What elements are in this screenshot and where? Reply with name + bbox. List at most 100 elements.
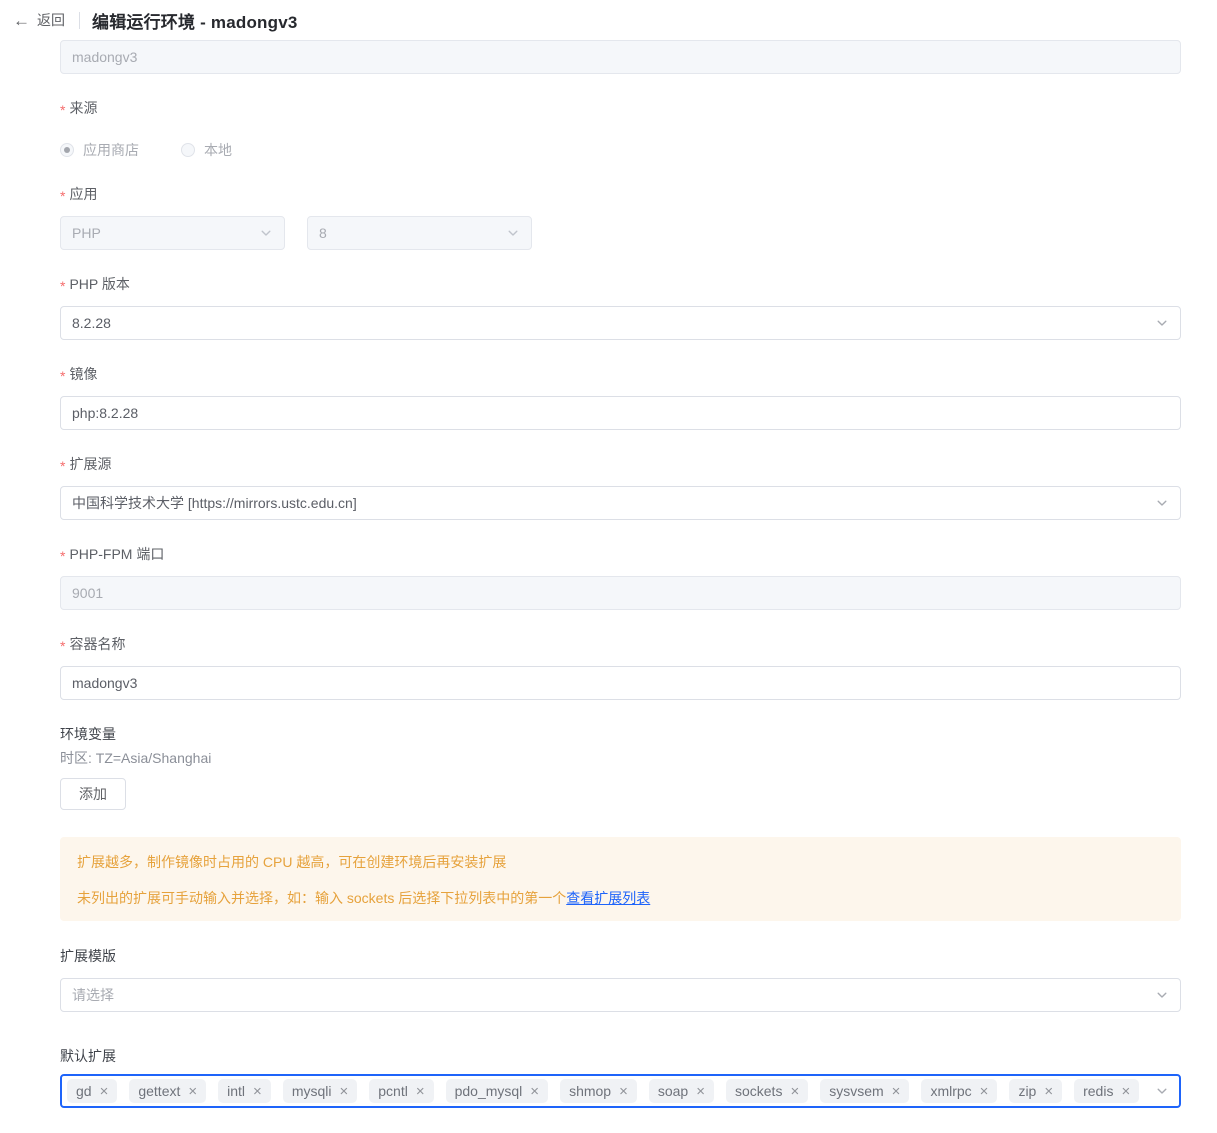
image-label: * 镜像 bbox=[60, 364, 1181, 384]
remove-tag-icon[interactable]: × bbox=[980, 1084, 989, 1099]
extension-tag-label: xmlrpc bbox=[930, 1083, 971, 1099]
extension-tag: sysvsem × bbox=[820, 1079, 909, 1103]
source-radio-appstore-label: 应用商店 bbox=[83, 140, 139, 160]
image-label-text: 镜像 bbox=[69, 364, 97, 384]
extension-source-select[interactable]: 中国科学技术大学 [https://mirrors.ustc.edu.cn] bbox=[60, 486, 1181, 520]
container-name-label: * 容器名称 bbox=[60, 634, 1181, 654]
required-asterisk: * bbox=[60, 456, 65, 476]
default-extensions-label: 默认扩展 bbox=[60, 1046, 1181, 1066]
extension-template-label: 扩展模版 bbox=[60, 946, 1181, 966]
required-asterisk: * bbox=[60, 636, 65, 656]
extension-tag: redis × bbox=[1074, 1079, 1139, 1103]
field-name: madongv3 bbox=[60, 40, 1181, 74]
add-env-var-button[interactable]: 添加 bbox=[60, 778, 126, 810]
field-app: * 应用 PHP 8 bbox=[60, 184, 1181, 250]
chevron-down-icon bbox=[1155, 316, 1169, 330]
warning-line-2: 未列出的扩展可手动输入并选择，如：输入 sockets 后选择下拉列表中的第一个… bbox=[77, 888, 1164, 908]
extension-tag-label: zip bbox=[1018, 1083, 1036, 1099]
field-env-vars: 环境变量 时区: TZ=Asia/Shanghai 添加 bbox=[60, 724, 1181, 810]
field-image: * 镜像 php:8.2.28 bbox=[60, 364, 1181, 430]
app-label: * 应用 bbox=[60, 184, 1181, 204]
app-label-text: 应用 bbox=[69, 184, 97, 204]
extension-tag-label: shmop bbox=[569, 1083, 611, 1099]
php-version-value: 8.2.28 bbox=[72, 315, 111, 331]
extension-template-label-text: 扩展模版 bbox=[60, 946, 116, 966]
source-label-text: 来源 bbox=[69, 98, 97, 118]
remove-tag-icon[interactable]: × bbox=[790, 1084, 799, 1099]
fpm-port-value: 9001 bbox=[72, 585, 103, 601]
required-asterisk: * bbox=[60, 366, 65, 386]
extension-warning-alert: 扩展越多，制作镜像时占用的 CPU 越高，可在创建环境后再安装扩展 未列出的扩展… bbox=[60, 837, 1181, 921]
remove-tag-icon[interactable]: × bbox=[100, 1084, 109, 1099]
back-label: 返回 bbox=[37, 10, 65, 30]
chevron-down-icon bbox=[1155, 988, 1169, 1002]
extension-tag-label: intl bbox=[227, 1083, 245, 1099]
remove-tag-icon[interactable]: × bbox=[1121, 1084, 1130, 1099]
chevron-down-icon bbox=[506, 226, 520, 240]
required-asterisk: * bbox=[60, 276, 65, 296]
radio-icon bbox=[181, 143, 195, 157]
php-version-label-text: PHP 版本 bbox=[69, 274, 129, 294]
php-version-label: * PHP 版本 bbox=[60, 274, 1181, 294]
remove-tag-icon[interactable]: × bbox=[416, 1084, 425, 1099]
extension-tag: sockets × bbox=[726, 1079, 808, 1103]
drawer-header: ← 返回 编辑运行环境 - madongv3 bbox=[0, 0, 1217, 40]
field-extension-template: 扩展模版 请选择 bbox=[60, 946, 1181, 1012]
default-extensions-select[interactable]: gd×gettext×intl×mysqli×pcntl×pdo_mysql×s… bbox=[60, 1074, 1181, 1108]
extension-source-label: * 扩展源 bbox=[60, 454, 1181, 474]
field-php-version: * PHP 版本 8.2.28 bbox=[60, 274, 1181, 340]
fpm-port-input: 9001 bbox=[60, 576, 1181, 610]
container-name-input[interactable]: madongv3 bbox=[60, 666, 1181, 700]
extension-tag: pcntl × bbox=[369, 1079, 433, 1103]
remove-tag-icon[interactable]: × bbox=[530, 1084, 539, 1099]
extension-template-select[interactable]: 请选择 bbox=[60, 978, 1181, 1012]
fpm-port-label: * PHP-FPM 端口 bbox=[60, 544, 1181, 564]
default-extensions-label-text: 默认扩展 bbox=[60, 1046, 116, 1066]
required-asterisk: * bbox=[60, 186, 65, 206]
remove-tag-icon[interactable]: × bbox=[892, 1084, 901, 1099]
extension-source-label-text: 扩展源 bbox=[69, 454, 111, 474]
container-name-value: madongv3 bbox=[72, 675, 137, 691]
extension-tag: xmlrpc × bbox=[921, 1079, 997, 1103]
field-container-name: * 容器名称 madongv3 bbox=[60, 634, 1181, 700]
source-radio-group: 应用商店 本地 bbox=[60, 140, 1181, 160]
extension-template-placeholder: 请选择 bbox=[72, 985, 114, 1005]
field-fpm-port: * PHP-FPM 端口 9001 bbox=[60, 544, 1181, 610]
app-major-version-value: 8 bbox=[319, 225, 327, 241]
extension-tag: mysqli× bbox=[283, 1079, 357, 1103]
chevron-down-icon bbox=[259, 226, 273, 240]
extension-tag-label: sockets bbox=[735, 1083, 782, 1099]
name-input: madongv3 bbox=[60, 40, 1181, 74]
image-value: php:8.2.28 bbox=[72, 405, 138, 421]
remove-tag-icon[interactable]: × bbox=[188, 1084, 197, 1099]
back-button[interactable]: ← 返回 bbox=[13, 10, 65, 30]
runtime-edit-form: madongv3 * 来源 应用商店 本地 * 应用 PHP bbox=[0, 40, 1217, 1108]
extension-tag-label: sysvsem bbox=[829, 1083, 883, 1099]
remove-tag-icon[interactable]: × bbox=[619, 1084, 628, 1099]
image-input[interactable]: php:8.2.28 bbox=[60, 396, 1181, 430]
source-label: * 来源 bbox=[60, 98, 1181, 118]
extension-tag-label: redis bbox=[1083, 1083, 1113, 1099]
app-type-select: PHP bbox=[60, 216, 285, 250]
extension-tag: gettext× bbox=[129, 1079, 206, 1103]
remove-tag-icon[interactable]: × bbox=[339, 1084, 348, 1099]
view-extension-list-link[interactable]: 查看扩展列表 bbox=[566, 890, 650, 906]
extension-tag: soap× bbox=[649, 1079, 714, 1103]
field-default-extensions: 默认扩展 gd×gettext×intl×mysqli×pcntl×pdo_my… bbox=[60, 1046, 1181, 1108]
remove-tag-icon[interactable]: × bbox=[1044, 1084, 1053, 1099]
source-radio-local: 本地 bbox=[181, 140, 232, 160]
header-divider bbox=[79, 12, 80, 29]
extension-tag-label: pcntl bbox=[378, 1083, 408, 1099]
radio-icon bbox=[60, 143, 74, 157]
extension-tag: zip × bbox=[1009, 1079, 1062, 1103]
warning-line-2-text: 未列出的扩展可手动输入并选择，如：输入 sockets 后选择下拉列表中的第一个 bbox=[77, 890, 566, 906]
extension-source-value: 中国科学技术大学 [https://mirrors.ustc.edu.cn] bbox=[72, 493, 357, 513]
page-title: 编辑运行环境 - madongv3 bbox=[92, 8, 298, 33]
name-value: madongv3 bbox=[72, 49, 137, 65]
env-vars-label: 环境变量 bbox=[60, 724, 1181, 744]
php-version-select[interactable]: 8.2.28 bbox=[60, 306, 1181, 340]
remove-tag-icon[interactable]: × bbox=[253, 1084, 262, 1099]
chevron-down-icon bbox=[1155, 1084, 1169, 1098]
chevron-down-icon bbox=[1155, 496, 1169, 510]
remove-tag-icon[interactable]: × bbox=[696, 1084, 705, 1099]
